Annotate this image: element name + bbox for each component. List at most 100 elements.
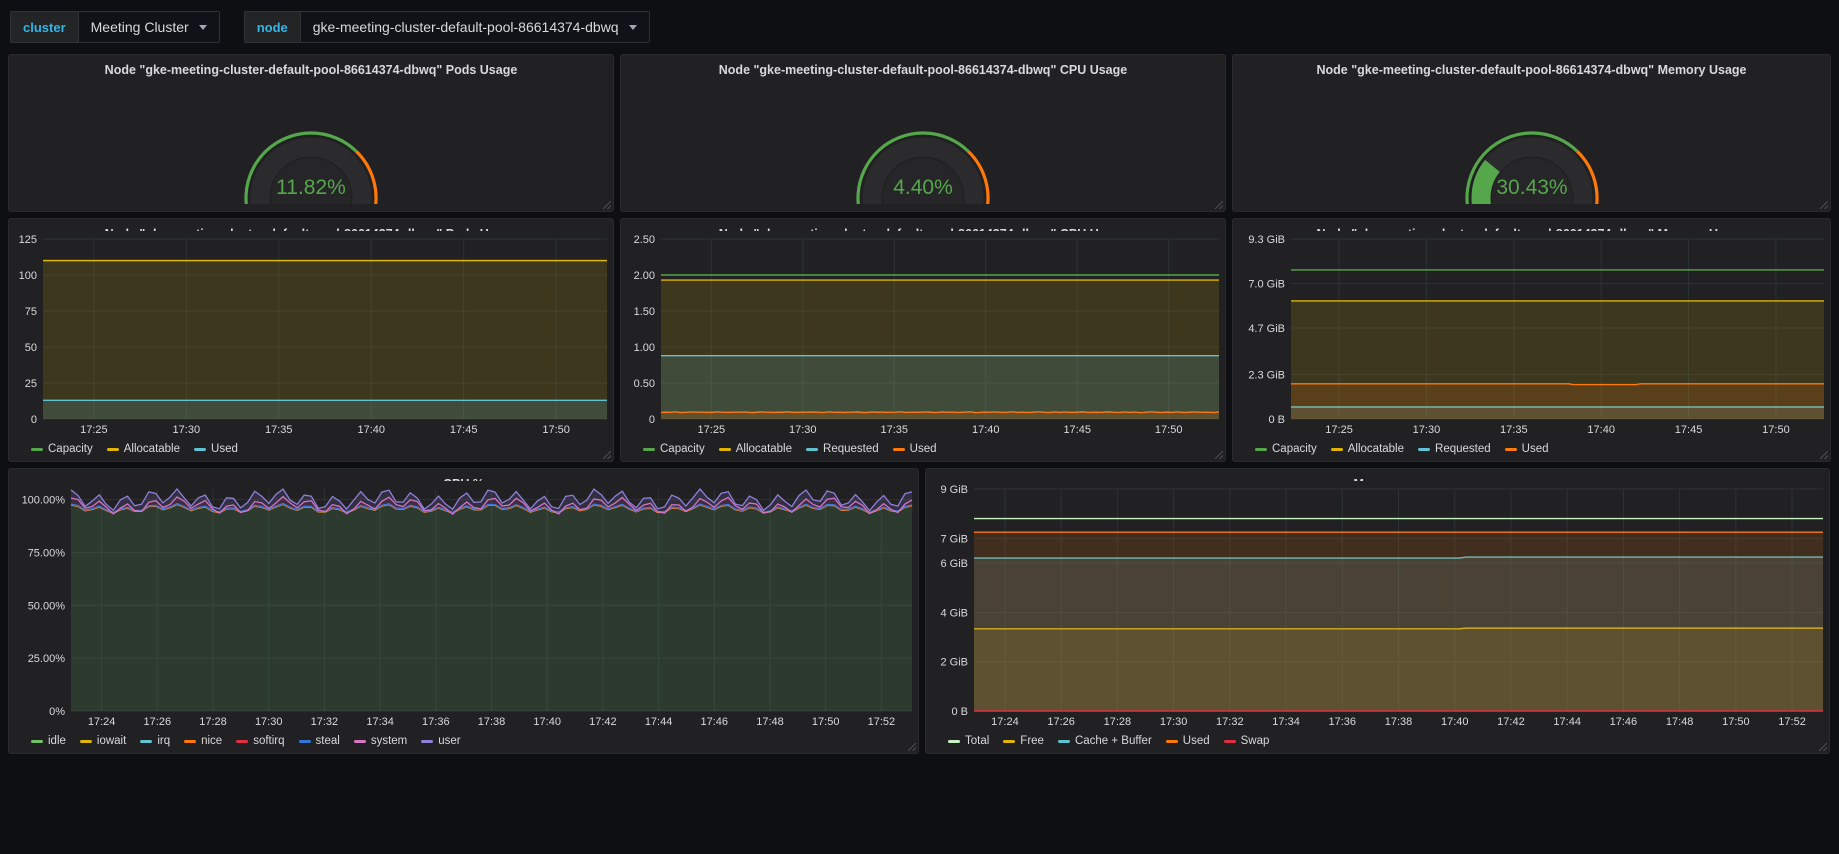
svg-text:17:24: 17:24 xyxy=(88,716,116,728)
legend-item[interactable]: Swap xyxy=(1223,735,1270,747)
variable-node-dropdown[interactable]: gke-meeting-cluster-default-pool-8661437… xyxy=(299,11,650,43)
legend-item[interactable]: Used xyxy=(892,443,937,455)
legend-item[interactable]: steal xyxy=(298,735,340,747)
svg-text:17:35: 17:35 xyxy=(265,424,293,436)
legend-item[interactable]: idle xyxy=(31,735,66,747)
chart-area: 0% 25.00% 50.00% 75.00% 100.00% 17:24 17:26 17:… xyxy=(9,481,918,731)
panel-resize-handle[interactable] xyxy=(1215,451,1223,459)
svg-text:17:30: 17:30 xyxy=(789,424,817,436)
panel-title: Node "gke-meeting-cluster-default-pool-8… xyxy=(621,219,1225,231)
panel-pods-usage-timeseries[interactable]: Node "gke-meeting-cluster-default-pool-8… xyxy=(8,218,614,462)
legend-label: Allocatable xyxy=(1347,443,1405,455)
legend-label: user xyxy=(438,735,461,747)
svg-text:17:35: 17:35 xyxy=(1500,424,1528,436)
legend-color-swatch xyxy=(643,447,655,451)
panel-resize-handle[interactable] xyxy=(1820,451,1829,459)
svg-text:100.00%: 100.00% xyxy=(22,495,66,507)
panel-resize-handle[interactable] xyxy=(603,451,611,459)
legend-item[interactable]: irq xyxy=(140,735,170,747)
svg-text:17:45: 17:45 xyxy=(450,424,478,436)
variable-node[interactable]: node gke-meeting-cluster-default-pool-86… xyxy=(243,11,650,43)
svg-text:17:26: 17:26 xyxy=(1047,716,1075,728)
chart-area: 0 0.50 1.00 1.50 2.00 2.50 17:25 17:30 17:35 17:4… xyxy=(621,231,1225,439)
legend-item[interactable]: Free xyxy=(1003,735,1044,747)
svg-text:6 GiB: 6 GiB xyxy=(940,558,968,570)
legend-item[interactable]: Capacity xyxy=(1255,443,1317,455)
gauge-memory-usage: 30.43% xyxy=(1233,79,1830,211)
legend-label: Requested xyxy=(823,443,879,455)
svg-text:17:34: 17:34 xyxy=(1272,716,1300,728)
legend-item[interactable]: iowait xyxy=(79,735,126,747)
chart-legend: Total Free Cache + Buffer Used Swap xyxy=(926,731,1829,753)
panel-title: Node "gke-meeting-cluster-default-pool-8… xyxy=(1316,63,1747,77)
svg-text:0 B: 0 B xyxy=(951,706,968,718)
legend-label: Free xyxy=(1020,735,1044,747)
legend-item[interactable]: user xyxy=(421,735,461,747)
svg-text:17:25: 17:25 xyxy=(80,424,108,436)
row-timeseries: Node "gke-meeting-cluster-default-pool-8… xyxy=(0,218,1839,468)
legend-label: Used xyxy=(211,443,238,455)
svg-text:17:46: 17:46 xyxy=(701,716,729,728)
legend-item[interactable]: Used xyxy=(1504,443,1549,455)
svg-text:17:38: 17:38 xyxy=(1385,716,1413,728)
legend-item[interactable]: Total xyxy=(948,735,989,747)
legend-color-swatch xyxy=(1165,739,1178,743)
legend-item[interactable]: Requested xyxy=(806,443,879,455)
variable-cluster-value: Meeting Cluster xyxy=(90,19,189,35)
panel-resize-handle[interactable] xyxy=(1820,201,1829,209)
legend-label: Used xyxy=(909,443,937,455)
svg-text:17:50: 17:50 xyxy=(812,716,840,728)
svg-text:50.00%: 50.00% xyxy=(28,600,66,612)
chart-area: 0 25 50 75 100 125 17:25 17:30 17:35 17:40 17:45 17… xyxy=(9,231,613,439)
svg-text:1.50: 1.50 xyxy=(634,306,655,318)
legend-color-swatch xyxy=(236,739,249,743)
legend-item[interactable]: Requested xyxy=(1418,443,1491,455)
svg-text:2.3 GiB: 2.3 GiB xyxy=(1248,369,1285,381)
panel-resize-handle[interactable] xyxy=(908,743,916,751)
legend-color-swatch xyxy=(1003,739,1016,743)
panel-cpu-usage-timeseries[interactable]: Node "gke-meeting-cluster-default-pool-8… xyxy=(620,218,1226,462)
svg-text:17:40: 17:40 xyxy=(972,424,1000,436)
svg-text:17:34: 17:34 xyxy=(366,716,394,728)
legend-item[interactable]: Cache + Buffer xyxy=(1057,735,1152,747)
chart-legend: Capacity Allocatable Requested Used xyxy=(1233,439,1830,461)
svg-text:4.40%: 4.40% xyxy=(893,176,953,199)
legend-item[interactable]: Allocatable xyxy=(1330,443,1405,455)
svg-text:17:38: 17:38 xyxy=(478,716,506,728)
panel-pods-usage-gauge[interactable]: Node "gke-meeting-cluster-default-pool-8… xyxy=(8,54,614,212)
svg-text:2 GiB: 2 GiB xyxy=(940,657,968,669)
svg-text:17:24: 17:24 xyxy=(991,716,1019,728)
panel-resize-handle[interactable] xyxy=(603,201,611,209)
panel-memory-usage-gauge[interactable]: Node "gke-meeting-cluster-default-pool-8… xyxy=(1232,54,1832,212)
variable-cluster[interactable]: cluster Meeting Cluster xyxy=(10,11,220,43)
legend-item[interactable]: Allocatable xyxy=(718,443,792,455)
variable-node-label: node xyxy=(243,11,300,43)
legend-item[interactable]: Used xyxy=(1165,735,1210,747)
legend-label: Swap xyxy=(1240,735,1270,747)
panel-cpu-usage-gauge[interactable]: Node "gke-meeting-cluster-default-pool-8… xyxy=(620,54,1226,212)
legend-item[interactable]: Used xyxy=(194,443,238,455)
variable-cluster-label: cluster xyxy=(10,11,78,43)
svg-text:0.50: 0.50 xyxy=(634,378,655,390)
legend-item[interactable]: Capacity xyxy=(31,443,93,455)
panel-resize-handle[interactable] xyxy=(1215,201,1223,209)
legend-item[interactable]: system xyxy=(353,735,407,747)
legend-item[interactable]: Capacity xyxy=(643,443,705,455)
legend-color-swatch xyxy=(31,447,43,451)
legend-item[interactable]: nice xyxy=(184,735,222,747)
panel-memory[interactable]: Memory 0 B 2 GiB 4 GiB 6 GiB 7 GiB 9 GiB 17:24… xyxy=(925,468,1830,754)
legend-label: idle xyxy=(48,735,66,747)
panel-title: Node "gke-meeting-cluster-default-pool-8… xyxy=(104,63,518,77)
variable-cluster-dropdown[interactable]: Meeting Cluster xyxy=(77,11,220,43)
panel-cpu-percent[interactable]: CPU % 0% 25.00% 50.00% 75.00% 100.00% 17:24 17… xyxy=(8,468,919,754)
legend-item[interactable]: softirq xyxy=(236,735,285,747)
svg-text:17:40: 17:40 xyxy=(533,716,561,728)
panel-resize-handle[interactable] xyxy=(1819,743,1827,751)
svg-text:17:50: 17:50 xyxy=(1155,424,1183,436)
legend-item[interactable]: Allocatable xyxy=(106,443,180,455)
panel-memory-usage-timeseries[interactable]: Node "gke-meeting-cluster-default-pool-8… xyxy=(1232,218,1832,462)
variable-bar: cluster Meeting Cluster node gke-meeting… xyxy=(0,0,1839,54)
svg-text:25.00%: 25.00% xyxy=(28,653,66,665)
svg-text:0: 0 xyxy=(31,414,37,426)
svg-text:4.7 GiB: 4.7 GiB xyxy=(1248,323,1285,335)
